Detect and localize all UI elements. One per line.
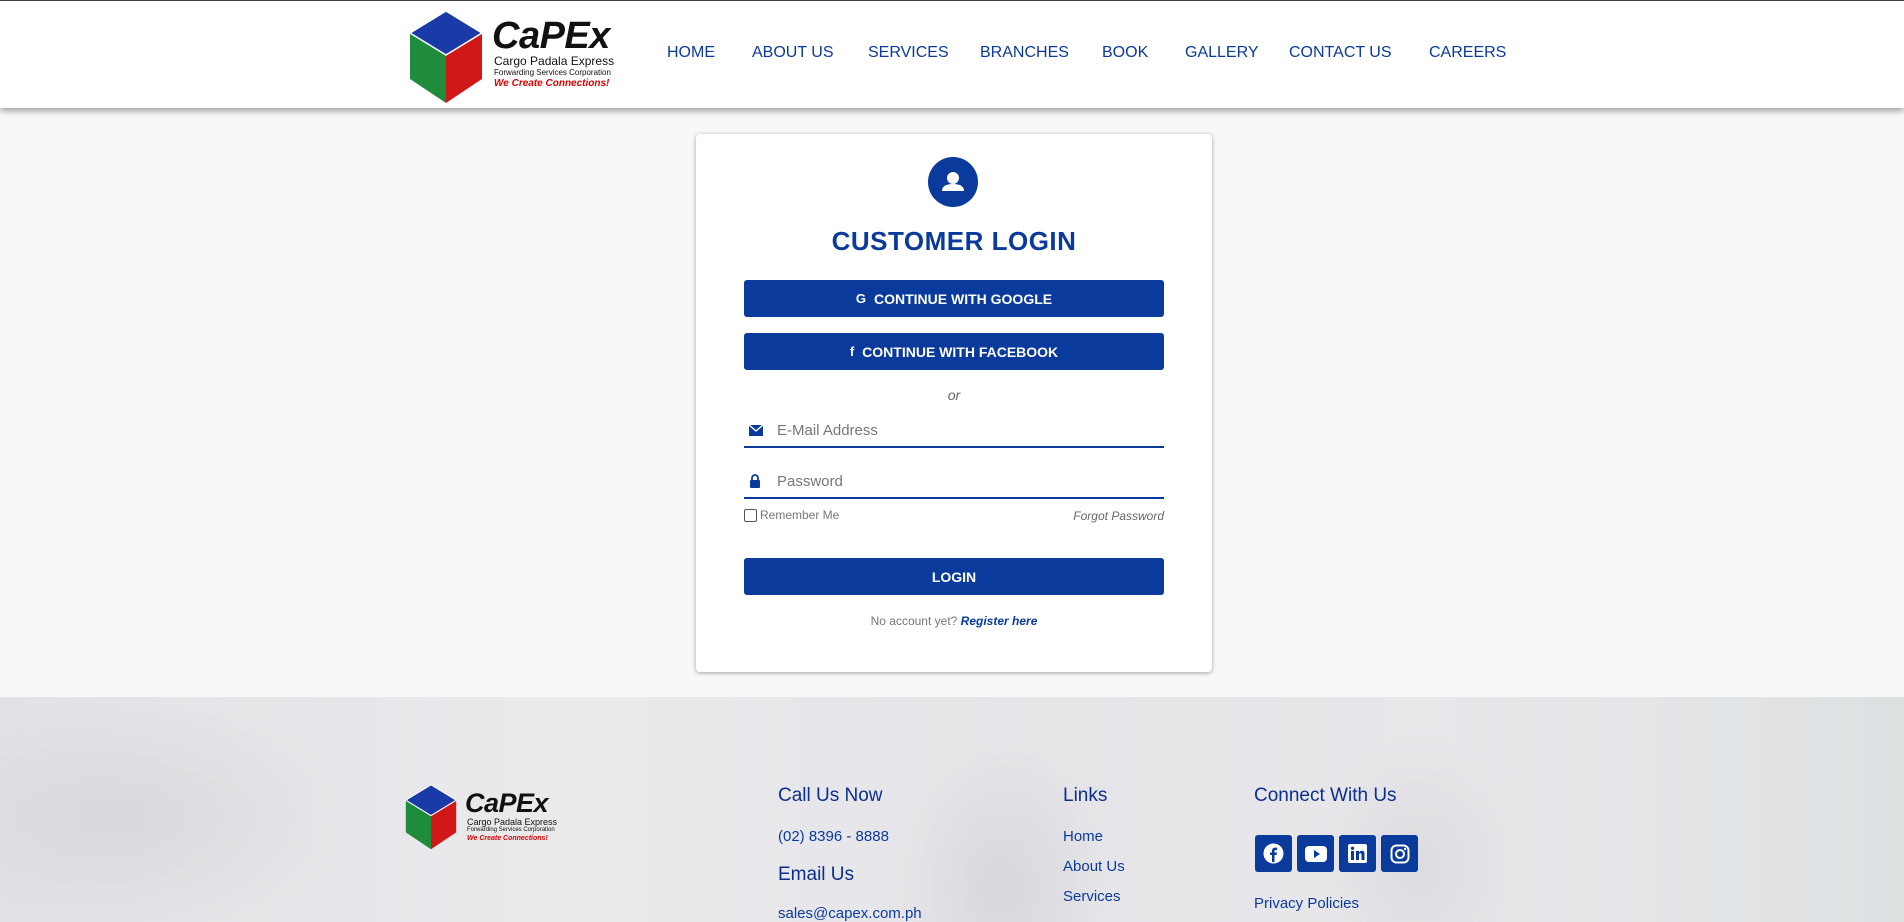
google-button-label: CONTINUE WITH GOOGLE [874,290,1053,307]
email-us-heading: Email Us [778,864,855,885]
instagram-icon [1390,844,1409,863]
facebook-icon: f [849,344,855,359]
footer-logo[interactable]: CaPEx Cargo Padala Express Forwarding Se… [403,780,573,860]
password-field-wrapper [744,465,1164,499]
nav-about-us[interactable]: ABOUT US [752,44,834,62]
register-link[interactable]: Register here [961,614,1038,628]
facebook-link[interactable] [1255,835,1292,872]
user-avatar-icon [928,157,978,207]
site-footer: CaPEx Cargo Padala Express Forwarding Se… [0,697,1904,922]
instagram-link[interactable] [1381,835,1418,872]
continue-with-facebook-button[interactable]: f CONTINUE WITH FACEBOOK [744,333,1164,370]
footer-background-image [0,697,1904,922]
linkedin-link[interactable] [1339,835,1376,872]
nav-contact-us[interactable]: CONTACT US [1289,44,1392,62]
footer-logo-text: CaPEx Cargo Padala Express Forwarding Se… [465,790,557,843]
forgot-password-link[interactable]: Forgot Password [1073,509,1164,523]
facebook-button-label: CONTINUE WITH FACEBOOK [862,343,1059,360]
site-header: CaPEx Cargo Padala Express Forwarding Se… [0,1,1904,108]
footer-link-about-us[interactable]: About Us [1063,858,1125,875]
footer-cube-logo-icon [404,784,458,850]
footer-logo-name: CaPEx [465,788,549,818]
linkedin-icon [1348,844,1367,863]
nav-branches[interactable]: BRANCHES [980,44,1069,62]
login-button[interactable]: LOGIN [744,558,1164,595]
password-field[interactable] [777,472,1137,490]
email-field-wrapper [744,414,1164,448]
page-title: CUSTOMER LOGIN [831,226,1077,256]
phone-link[interactable]: (02) 8396 - 8888 [778,828,889,845]
connect-heading: Connect With Us [1254,785,1397,806]
google-icon: G [855,291,866,306]
email-link[interactable]: sales@capex.com.ph [778,905,922,922]
logo-tagline: We Create Connections! [494,78,610,89]
links-heading: Links [1063,785,1108,806]
login-button-label: LOGIN [931,568,977,585]
facebook-icon [1263,843,1284,864]
envelope-icon [749,424,771,436]
footer-link-services[interactable]: Services [1063,888,1121,905]
remember-me[interactable]: Remember Me [744,508,839,522]
youtube-icon [1304,845,1327,862]
footer-logo-subtitle: Cargo Padala Express [467,817,558,827]
nav-careers[interactable]: CAREERS [1429,44,1506,62]
logo-subtitle-2: Forwarding Services Corporation [494,68,611,77]
nav-gallery[interactable]: GALLERY [1185,44,1259,62]
nav-services[interactable]: SERVICES [868,44,949,62]
call-us-heading: Call Us Now [778,785,883,806]
or-divider: or [947,387,961,403]
email-field[interactable] [777,421,1137,439]
register-prompt: No account yet? Register here [696,614,1212,628]
nav-home[interactable]: HOME [667,44,715,62]
footer-link-home[interactable]: Home [1063,828,1103,845]
footer-logo-subtitle-2: Forwarding Services Corporation [467,827,555,833]
remember-me-label: Remember Me [760,508,840,522]
nav-book[interactable]: BOOK [1102,44,1148,62]
continue-with-google-button[interactable]: G CONTINUE WITH GOOGLE [744,280,1164,317]
remember-me-checkbox[interactable] [744,508,757,522]
privacy-policies-link[interactable]: Privacy Policies [1254,895,1359,912]
main-nav: HOME ABOUT US SERVICES BRANCHES BOOK GAL… [0,44,1904,66]
footer-logo-tagline: We Create Connections! [467,835,548,842]
login-card: CUSTOMER LOGIN G CONTINUE WITH GOOGLE f … [696,134,1212,672]
lock-icon [749,474,771,488]
no-account-text: No account yet? [870,614,958,628]
youtube-link[interactable] [1297,835,1334,872]
